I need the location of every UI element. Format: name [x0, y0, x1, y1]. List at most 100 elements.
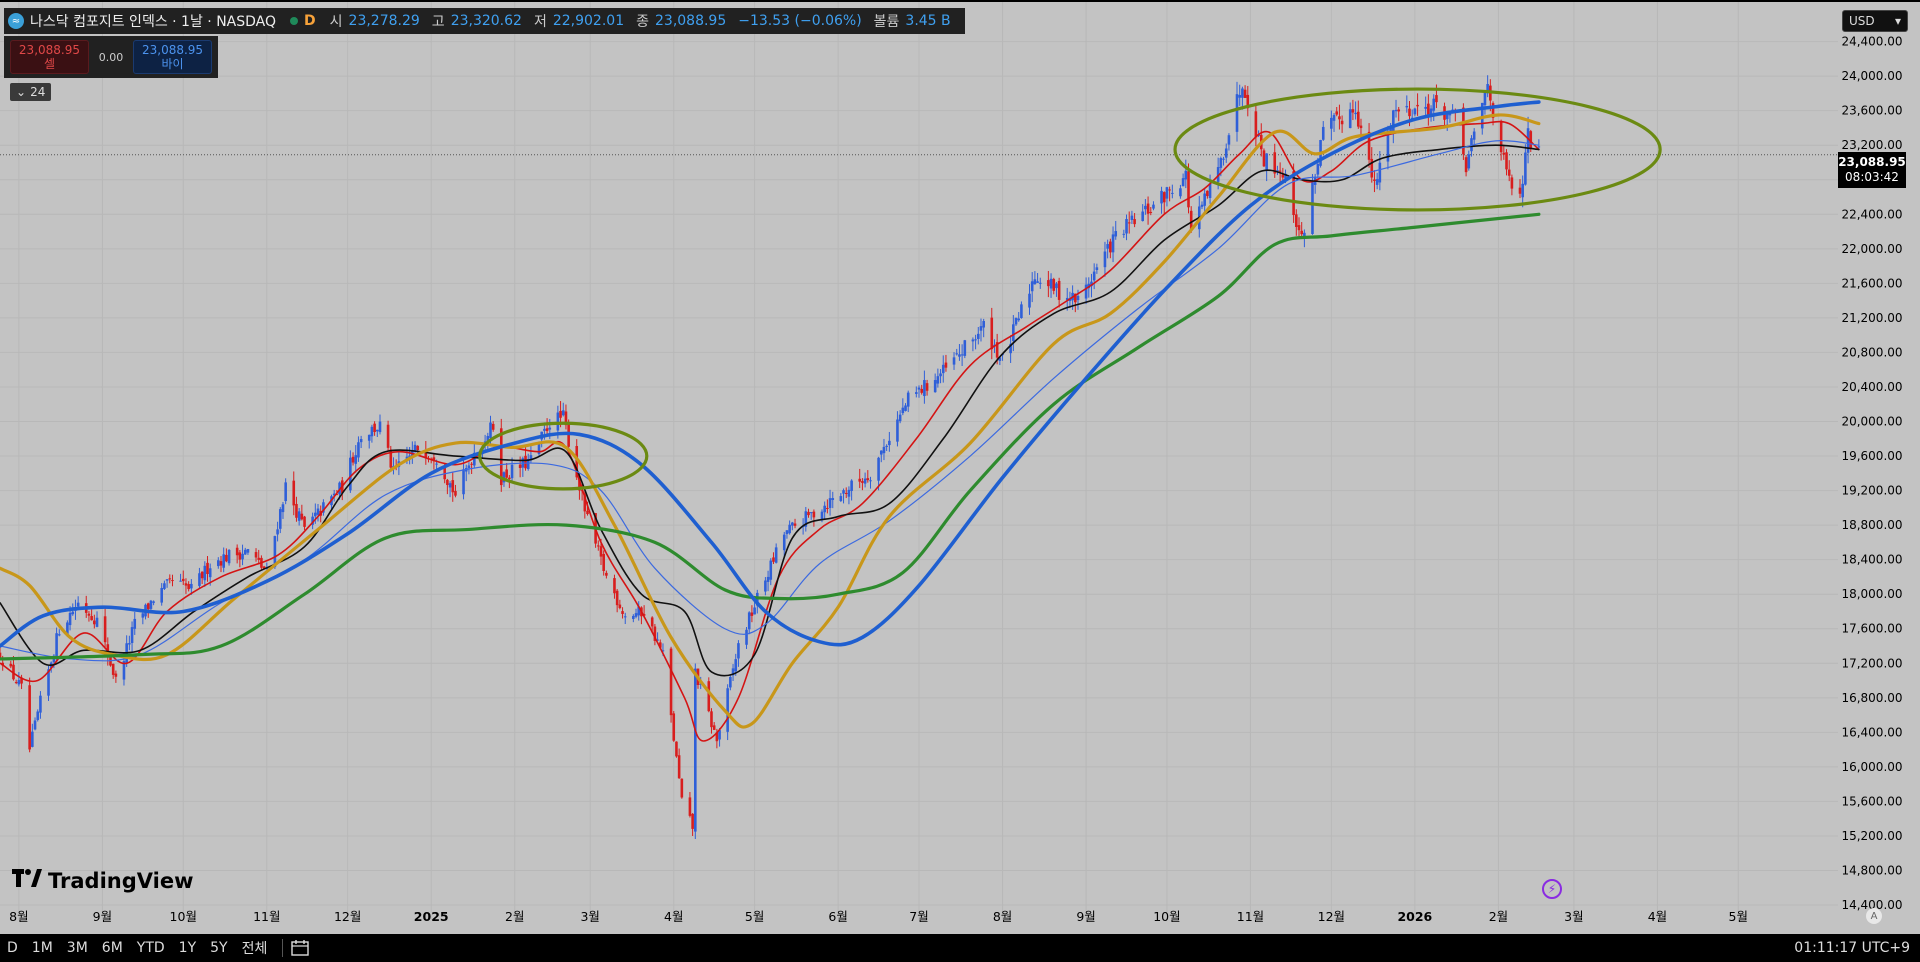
candle-body: [111, 663, 115, 675]
candle-body: [284, 482, 287, 502]
range-button-6[interactable]: 5Y: [203, 940, 234, 956]
range-button-3[interactable]: 6M: [95, 940, 130, 956]
candle-body: [254, 552, 258, 558]
auto-scale-button[interactable]: A: [1866, 908, 1882, 924]
x-tick-label: 12월: [1318, 909, 1345, 924]
x-tick-label: 2026: [1397, 909, 1432, 924]
candle-body: [1047, 280, 1050, 287]
range-button-5[interactable]: 1Y: [172, 940, 203, 956]
candle-body: [1208, 183, 1212, 198]
candle-body: [505, 469, 508, 478]
calendar-icon[interactable]: [291, 940, 310, 956]
buy-button[interactable]: 23,088.95 바이: [133, 40, 212, 74]
candle-body: [920, 388, 923, 393]
high-value: 23,320.62: [450, 13, 522, 29]
candle-body: [71, 611, 75, 615]
tradingview-logo[interactable]: TradingView: [12, 868, 193, 893]
candle-body: [351, 456, 355, 463]
candle-body: [303, 516, 306, 527]
sell-button[interactable]: 23,088.95 셀: [10, 40, 89, 74]
candle-body: [1152, 204, 1155, 209]
indicators-collapse-button[interactable]: ⌄ 24: [10, 83, 52, 101]
buy-price: 23,088.95: [141, 43, 204, 57]
price-chart[interactable]: 24,400.0024,000.0023,600.0023,200.0022,8…: [0, 0, 1920, 934]
candle-body: [470, 463, 473, 465]
candle-body: [359, 439, 363, 443]
candle-body: [93, 620, 96, 625]
candle-body: [316, 508, 320, 515]
currency-select[interactable]: USD ▾: [1842, 10, 1908, 32]
candle-body: [367, 434, 371, 441]
candle-body: [858, 478, 862, 482]
candle-body: [222, 554, 225, 568]
candle-body: [710, 711, 713, 728]
range-button-2[interactable]: 3M: [60, 940, 95, 956]
lightning-icon[interactable]: ⚡: [1542, 879, 1562, 899]
candle-body: [489, 422, 492, 438]
y-tick-label: 16,800.00: [1841, 691, 1902, 705]
candle-body: [95, 617, 99, 627]
candle-body: [1165, 187, 1169, 199]
candle-body: [586, 510, 589, 515]
candle-body: [901, 407, 905, 414]
candle-body: [694, 668, 697, 832]
candle-body: [925, 383, 929, 391]
candle-body: [602, 553, 605, 571]
candle-body: [1084, 284, 1088, 299]
y-tick-label: 16,400.00: [1841, 725, 1902, 739]
divider: [282, 939, 284, 957]
range-button-1[interactable]: 1M: [25, 940, 60, 956]
candle-body: [448, 483, 452, 488]
candle-body: [227, 549, 231, 564]
candle-body: [1467, 154, 1471, 169]
symbol-name[interactable]: 나스닥 컴포지트 인덱스 · 1날 · NASDAQ: [30, 11, 276, 31]
candle-body: [300, 513, 304, 520]
x-tick-label: 2월: [1489, 909, 1508, 924]
range-button-7[interactable]: 전체: [235, 938, 275, 958]
candle-body: [877, 457, 880, 481]
candle-body: [1012, 324, 1015, 342]
candle-body: [1017, 318, 1021, 321]
date-range-group: D 1M 3M 6M YTD 1Y 5Y 전체: [0, 938, 274, 958]
symbol-header: ≈ 나스닥 컴포지트 인덱스 · 1날 · NASDAQ D 시 23,278.2…: [4, 8, 965, 34]
candle-body: [807, 511, 810, 516]
top-border: [0, 0, 1920, 2]
candle-body: [1502, 152, 1506, 155]
candle-body: [675, 741, 678, 757]
x-tick-label: 10월: [1153, 909, 1180, 924]
chart-area[interactable]: 24,400.0024,000.0023,600.0023,200.0022,8…: [0, 0, 1920, 962]
candle-body: [446, 479, 449, 486]
candle-body: [906, 392, 910, 407]
candle-body: [548, 427, 552, 430]
candle-body: [109, 657, 112, 666]
candle-body: [923, 380, 926, 397]
candle-body: [1020, 304, 1023, 319]
candle-body: [618, 604, 622, 609]
candle-body: [451, 480, 455, 493]
candle-body: [33, 720, 37, 730]
candle-body: [133, 618, 137, 629]
candle-body: [297, 511, 301, 521]
candle-body: [1149, 211, 1153, 213]
candle-body: [974, 339, 977, 341]
candle-body: [57, 634, 61, 636]
candle-body: [190, 583, 193, 589]
candle-body: [632, 615, 635, 619]
candle-body: [524, 455, 527, 469]
range-button-4[interactable]: YTD: [130, 940, 172, 956]
candle-body: [163, 583, 166, 589]
candle-body: [772, 557, 775, 562]
candle-body: [561, 410, 565, 416]
candle-body: [1181, 178, 1185, 187]
clock[interactable]: 01:11:17 UTC+9: [1794, 940, 1910, 956]
candle-body: [1076, 295, 1080, 301]
candle-body: [793, 523, 797, 526]
y-tick-label: 16,000.00: [1841, 760, 1902, 774]
candle-body: [1295, 214, 1298, 227]
candle-body: [556, 412, 560, 431]
high-label: 고: [431, 14, 445, 30]
candle-body: [90, 616, 93, 621]
y-tick-label: 23,200.00: [1841, 138, 1902, 152]
candle-body: [1222, 158, 1225, 160]
range-button-0[interactable]: D: [0, 940, 25, 956]
